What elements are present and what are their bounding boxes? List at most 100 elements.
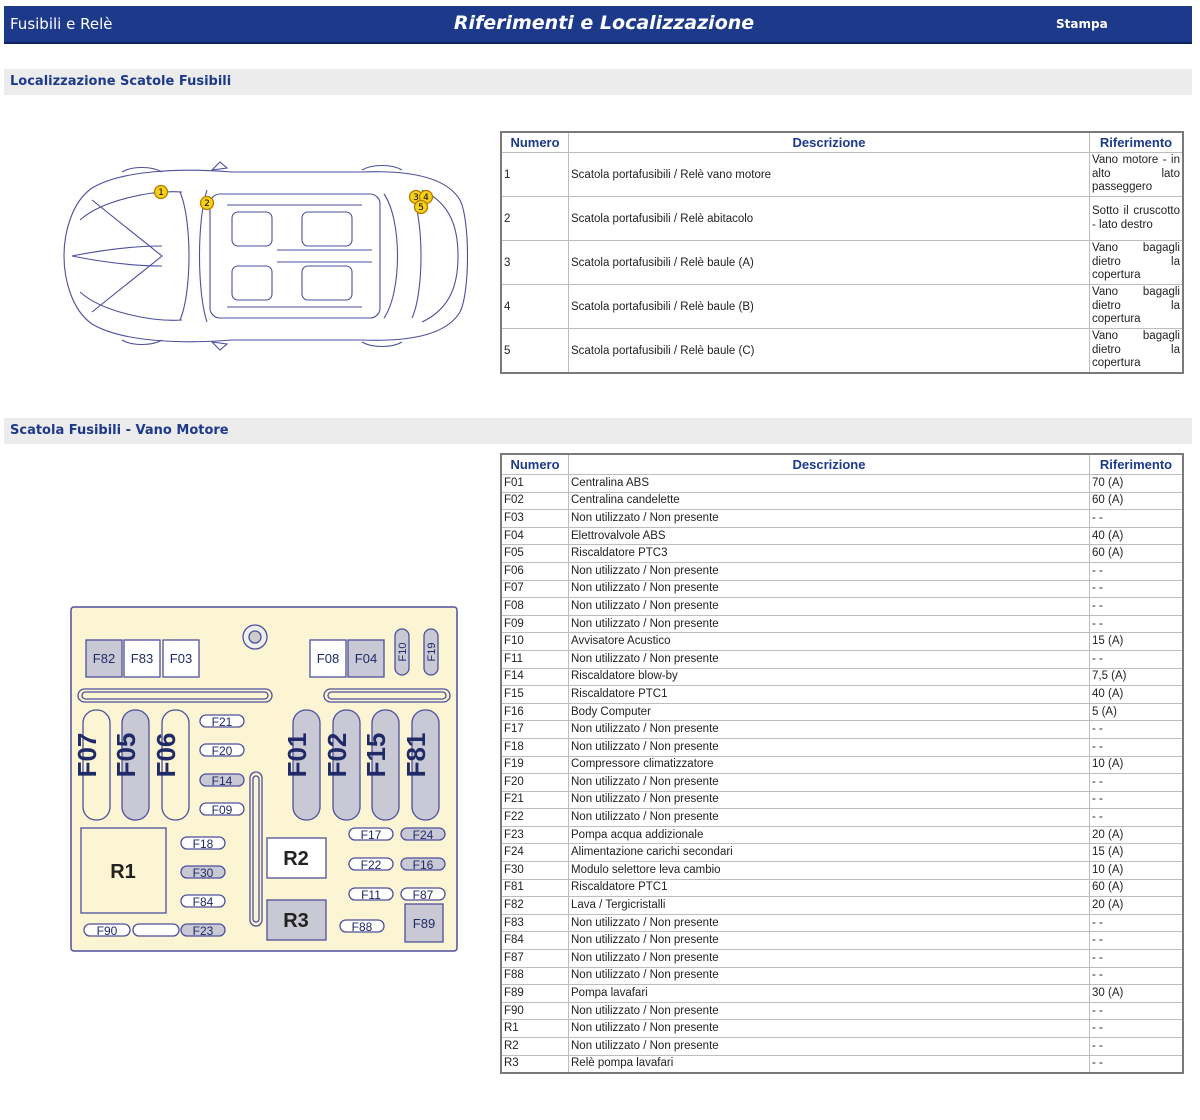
cell-descrizione: Non utilizzato / Non presente [568, 790, 1090, 810]
cell-descrizione: Centralina ABS [568, 474, 1090, 493]
cell-descrizione: Riscaldatore PTC1 [568, 685, 1090, 704]
table-row: 4 Scatola portafusibili / Relè baule (B) V… [500, 284, 1184, 329]
table-row: 1 Scatola portafusibili / Relè vano motor… [500, 152, 1184, 197]
cell-numero: F24 [500, 843, 569, 863]
cell-descrizione: Compressore climatizzatore [568, 755, 1090, 775]
cell-riferimento: - - [1089, 913, 1184, 933]
cell-descrizione: Pompa acqua addizionale [568, 825, 1090, 845]
cell-numero: F11 [500, 649, 569, 669]
fuse-label-f02: F02 [322, 733, 352, 778]
cell-riferimento: Vano bagagli dietro la copertura [1089, 328, 1184, 374]
cell-numero: F30 [500, 861, 569, 880]
cell-riferimento: - - [1089, 720, 1184, 739]
section-header-locations: Localizzazione Scatole Fusibili [4, 69, 1192, 95]
relay-label-r1: R1 [110, 861, 136, 883]
cell-numero: F07 [500, 579, 569, 599]
cell-numero: F88 [500, 966, 569, 986]
cell-numero: F15 [500, 685, 569, 704]
cell-descrizione: Non utilizzato / Non presente [568, 720, 1090, 739]
cell-descrizione: Riscaldatore blow-by [568, 667, 1090, 687]
table-row: 3 Scatola portafusibili / Relè baule (A) V… [500, 240, 1184, 285]
cell-riferimento: 60 (A) [1089, 878, 1184, 898]
fuse-label-f81: F81 [401, 733, 431, 778]
fuse-label-f17: F17 [361, 828, 382, 842]
cell-numero: F06 [500, 561, 569, 581]
cell-riferimento: 30 (A) [1089, 984, 1184, 1003]
fuse-label-f30: F30 [193, 866, 214, 880]
header-bar: Fusibili e Relè Riferimenti e Localizzaz… [4, 6, 1192, 44]
table-row: F11 Non utilizzato / Non presente - - [500, 649, 1184, 669]
fuse-label-f83: F83 [131, 651, 153, 666]
fuse-label-f11: F11 [361, 888, 381, 902]
cell-numero: 5 [500, 328, 569, 374]
cell-numero: F08 [500, 597, 569, 616]
cell-numero: F10 [500, 632, 569, 651]
table-row: F21 Non utilizzato / Non presente - - [500, 790, 1184, 810]
fuse-label-f21: F21 [212, 715, 233, 729]
table-row: F04 Elettrovalvole ABS 40 (A) [500, 526, 1184, 546]
cell-numero: F17 [500, 720, 569, 739]
relay-label-r2: R2 [283, 848, 309, 870]
table-row: F16 Body Computer 5 (A) [500, 702, 1184, 722]
table-row: F03 Non utilizzato / Non presente - - [500, 509, 1184, 528]
cell-numero: 4 [500, 284, 569, 329]
cell-riferimento: 15 (A) [1089, 632, 1184, 651]
cell-riferimento: - - [1089, 509, 1184, 528]
table-row: R2 Non utilizzato / Non presente - - [500, 1037, 1184, 1056]
cell-numero: F01 [500, 474, 569, 493]
marker-2: 2 [204, 199, 210, 209]
table-row: F18 Non utilizzato / Non presente - - [500, 737, 1184, 757]
col-header-numero: Numero [500, 131, 569, 153]
cell-numero: F22 [500, 808, 569, 827]
fuse-label-f90: F90 [97, 924, 118, 938]
print-button[interactable]: Stampa [1056, 17, 1108, 31]
cell-riferimento: Vano bagagli dietro la copertura [1089, 284, 1184, 329]
cell-numero: F21 [500, 790, 569, 810]
cell-descrizione: Lava / Tergicristalli [568, 896, 1090, 915]
fuse-label-f05: F05 [111, 733, 141, 778]
cell-riferimento: 20 (A) [1089, 825, 1184, 845]
table-row: F02 Centralina candelette 60 (A) [500, 491, 1184, 511]
page-title: Riferimenti e Localizzazione [453, 12, 755, 34]
cell-riferimento: - - [1089, 966, 1184, 986]
fuse-label-f18: F18 [193, 837, 214, 851]
table-row: F06 Non utilizzato / Non presente - - [500, 561, 1184, 581]
table-row: F10 Avvisatore Acustico 15 (A) [500, 632, 1184, 651]
cell-descrizione: Body Computer [568, 702, 1090, 722]
cell-descrizione: Non utilizzato / Non presente [568, 649, 1090, 669]
cell-riferimento: 7,5 (A) [1089, 667, 1184, 687]
cell-descrizione: Riscaldatore PTC3 [568, 544, 1090, 563]
fuse-label-f07: F07 [72, 733, 102, 778]
cell-descrizione: Scatola portafusibili / Relè abitacolo [568, 196, 1090, 241]
cell-riferimento: - - [1089, 597, 1184, 616]
table-row: F82 Lava / Tergicristalli 20 (A) [500, 896, 1184, 915]
cell-riferimento: 60 (A) [1089, 491, 1184, 511]
table-row: R1 Non utilizzato / Non presente - - [500, 1019, 1184, 1038]
cell-riferimento: - - [1089, 808, 1184, 827]
table-row: F20 Non utilizzato / Non presente - - [500, 773, 1184, 792]
fuse-label-f20: F20 [212, 744, 233, 758]
cell-riferimento: 60 (A) [1089, 544, 1184, 563]
cell-descrizione: Alimentazione carichi secondari [568, 843, 1090, 863]
cell-riferimento: 5 (A) [1089, 702, 1184, 722]
cell-numero: F04 [500, 526, 569, 546]
cell-descrizione: Scatola portafusibili / Relè baule (A) [568, 240, 1090, 285]
table-row: F89 Pompa lavafari 30 (A) [500, 984, 1184, 1003]
cell-riferimento: 20 (A) [1089, 896, 1184, 915]
cell-numero: F90 [500, 1001, 569, 1021]
fuse-label-f06: F06 [151, 733, 181, 778]
cell-numero: F03 [500, 509, 569, 528]
table-row: R3 Relè pompa lavafari - - [500, 1054, 1184, 1074]
relay-label-r3: R3 [283, 910, 309, 932]
fuse-label-f15: F15 [361, 733, 391, 778]
table-row: F88 Non utilizzato / Non presente - - [500, 966, 1184, 986]
cell-descrizione: Non utilizzato / Non presente [568, 579, 1090, 599]
cell-descrizione: Scatola portafusibili / Relè baule (C) [568, 328, 1090, 374]
cell-descrizione: Non utilizzato / Non presente [568, 1019, 1090, 1038]
cell-numero: F05 [500, 544, 569, 563]
cell-numero: F09 [500, 614, 569, 634]
cell-riferimento: 40 (A) [1089, 685, 1184, 704]
section-title: Scatola Fusibili - Vano Motore [10, 423, 229, 438]
fuse-label-f22: F22 [361, 858, 382, 872]
fuse-label-f84: F84 [193, 895, 214, 909]
